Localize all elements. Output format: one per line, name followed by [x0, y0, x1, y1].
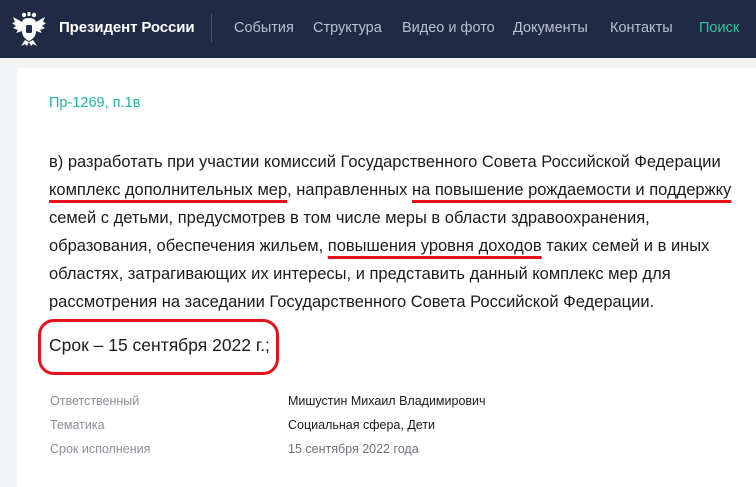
paragraph-line: в) разработать при участии комиссий Госу…	[49, 148, 739, 176]
text-fragment: в) разработать при участии комиссий Госу…	[49, 153, 721, 171]
text-fragment: семей с детьми, предусмотрев в том числе…	[49, 209, 650, 227]
topic-link-social[interactable]: Социальная сфера	[288, 418, 400, 432]
nav-documents[interactable]: Документы	[513, 20, 588, 36]
topic-link-children[interactable]: Дети	[407, 418, 435, 432]
text-fragment: таких семей и в иных	[541, 237, 710, 255]
topic-label: Тематика	[50, 418, 105, 432]
deadline-text: Срок – 15 сентября 2022 г.;	[49, 335, 270, 355]
text-fragment: областях, затрагивающих их интересы, и п…	[49, 265, 671, 283]
paragraph-line: семей с детьми, предусмотрев в том числе…	[49, 204, 739, 232]
responsible-value: Мишустин Михаил Владимирович	[288, 394, 486, 408]
paragraph-line: комплекс дополнительных мер, направленны…	[49, 176, 739, 204]
due-date-value: 15 сентября 2022 года	[288, 442, 419, 456]
responsible-label: Ответственный	[50, 394, 140, 408]
paragraph-line: областях, затрагивающих их интересы, и п…	[49, 260, 739, 288]
text-fragment: рассмотрения на заседании Государственно…	[49, 293, 655, 311]
due-date-label: Срок исполнения	[50, 442, 151, 456]
text-fragment: образования, обеспечения жильем,	[49, 237, 328, 255]
search-link[interactable]: Поиск	[699, 20, 739, 36]
nav-events[interactable]: События	[234, 20, 294, 36]
nav-structure[interactable]: Структура	[313, 20, 382, 36]
text-fragment: , направленных	[287, 181, 412, 199]
paragraph-line: образования, обеспечения жильем, повышен…	[49, 232, 739, 260]
header-divider	[211, 14, 212, 42]
topic-values: Социальная сфера, Дети	[288, 418, 435, 432]
nav-video-photo[interactable]: Видео и фото	[402, 20, 495, 36]
nav-contacts[interactable]: Контакты	[610, 20, 673, 36]
double-headed-eagle-emblem-icon[interactable]	[12, 11, 46, 47]
document-card: Пр-1269, п.1в в) разработать при участии…	[17, 68, 756, 487]
top-navigation-bar: Президент России События Структура Видео…	[0, 0, 756, 58]
underlined-phrase: комплекс дополнительных мер	[49, 181, 288, 199]
underlined-phrase: на повышение рождаемости и поддержку	[412, 181, 732, 199]
instruction-paragraph: в) разработать при участии комиссий Госу…	[49, 148, 739, 316]
paragraph-line: рассмотрения на заседании Государственно…	[49, 288, 739, 316]
site-title[interactable]: Президент России	[59, 19, 195, 36]
underlined-phrase: повышения уровня доходов	[327, 237, 542, 255]
document-reference[interactable]: Пр-1269, п.1в	[49, 95, 140, 111]
